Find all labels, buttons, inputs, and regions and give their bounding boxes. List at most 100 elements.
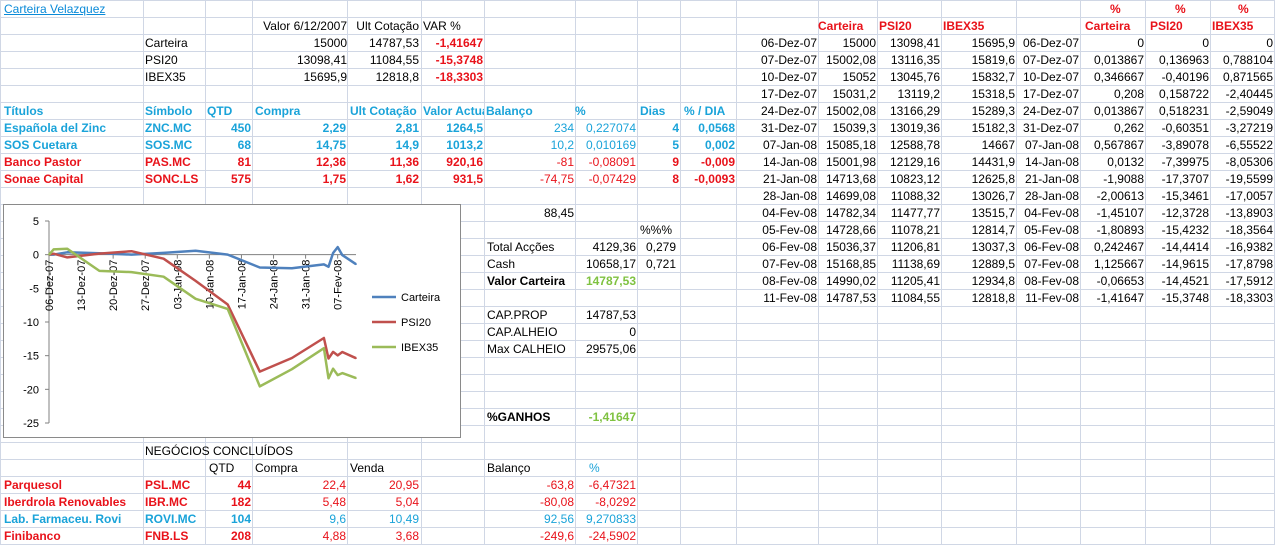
holding-symbol: ZNC.MC [145, 121, 192, 135]
history-carteira: 15031,2 [832, 87, 876, 101]
history-psi20: 13166,29 [889, 104, 940, 118]
history-psi20: 11205,41 [890, 274, 940, 288]
history-psi20: 11078,21 [890, 223, 940, 237]
cap-alheio-value: 0 [629, 325, 636, 339]
chart-point [332, 351, 334, 353]
holdings-header: Títulos [4, 104, 44, 118]
holding-qtd: 450 [230, 121, 251, 135]
history-psi20: 12588,78 [889, 138, 940, 152]
chart-point [336, 246, 339, 248]
history-pct-symbol: % [1110, 2, 1121, 16]
chart-point [323, 337, 325, 339]
chart-point [194, 250, 197, 252]
holding-name: Española del Zinc [4, 121, 107, 135]
history-pct-carteira: 0,0132 [1107, 155, 1144, 169]
history-carteira: 15000 [842, 36, 876, 50]
history-pct-ibex35: 0,788104 [1222, 53, 1273, 67]
history-pct-ibex35: 0 [1266, 36, 1273, 50]
history-date-2: 08-Fev-08 [1024, 274, 1079, 288]
holdings-header: % / DIA [684, 104, 726, 118]
closed-symbol: ROVI.MC [145, 512, 197, 526]
summary-var: -1,41647 [435, 36, 483, 50]
history-pct-ibex35: -13,8903 [1225, 206, 1273, 220]
holding-compra: 12,36 [315, 155, 346, 169]
history-ibex35: 12818,8 [971, 291, 1015, 305]
holding-compra: 2,29 [322, 121, 346, 135]
history-ibex35: 12625,8 [971, 172, 1015, 186]
chart-y-tick-label: -25 [23, 418, 39, 430]
history-date-2: 07-Jan-08 [1024, 138, 1079, 152]
performance-chart-svg: 5 0 -5 -10 -15 -20 -25 06-Dez-07 13-Dez-07 20-Dez… [23, 216, 441, 430]
history-carteira: 14990,02 [825, 274, 876, 288]
history-psi20: 10823,12 [889, 172, 940, 186]
chart-point [291, 357, 293, 359]
holdings-header: QTD [207, 104, 233, 118]
history-pct-ibex35: -2,40445 [1225, 87, 1273, 101]
history-ibex35: 15182,3 [971, 121, 1015, 135]
history-ibex35: 15695,9 [971, 36, 1015, 50]
history-carteira: 14782,34 [825, 206, 876, 220]
chart-point [194, 298, 197, 300]
history-pct-ibex35: -17,8798 [1225, 257, 1273, 271]
history-date-2: 05-Fev-08 [1024, 223, 1079, 237]
history-date-2: 10-Dez-07 [1022, 70, 1079, 84]
history-ibex35: 15289,3 [971, 104, 1015, 118]
total-balance-sum: 88,45 [543, 206, 574, 220]
history-date: 24-Dez-07 [760, 104, 817, 118]
holding-dias: 9 [672, 155, 679, 169]
history-pct-psi20: -12,3728 [1161, 206, 1209, 220]
history-pct-carteira: -1,80893 [1096, 223, 1144, 237]
chart-point [130, 250, 133, 252]
history-pct-psi20: -14,4521 [1161, 274, 1209, 288]
summary-var: -18,3303 [435, 70, 483, 84]
history-pct-psi20: 0,518231 [1158, 104, 1209, 118]
ganhos-value: -1,41647 [588, 410, 636, 424]
history-date: 14-Jan-08 [762, 155, 817, 169]
holding-pct-dia: 0,0568 [698, 121, 735, 135]
history-ibex35: 13515,7 [971, 206, 1015, 220]
holding-ult: 2,81 [395, 121, 419, 135]
closed-balanco: 92,56 [543, 512, 574, 526]
sheet-title-link[interactable]: Carteira Velazquez [4, 1, 144, 18]
holding-ult: 11,36 [389, 155, 419, 169]
chart-point [226, 303, 229, 306]
history-date-2: 06-Dez-07 [1022, 36, 1079, 50]
history-carteira: 15002,08 [825, 104, 876, 118]
holding-pct: 0,010169 [585, 138, 636, 152]
history-date-2: 04-Fev-08 [1024, 206, 1079, 220]
closed-balanco: -249,6 [539, 529, 574, 543]
chart-point [226, 308, 229, 310]
history-pct-psi20: -0,40196 [1161, 70, 1209, 84]
closed-name: Lab. Farmaceu. Rovi [4, 512, 122, 526]
holding-qtd: 68 [237, 138, 251, 152]
closed-pct: -24,5902 [588, 529, 636, 543]
holding-name: SOS Cuetara [4, 138, 78, 152]
summary-label: Carteira [145, 36, 188, 50]
history-ibex35: 14431,9 [971, 155, 1015, 169]
summary-ult: 11084,55 [369, 53, 419, 67]
valor-carteira-value: 14787,53 [585, 274, 636, 288]
chart-point [162, 275, 165, 278]
history-psi20: 11206,81 [890, 240, 940, 254]
history-pct-ibex35: -16,9382 [1225, 240, 1273, 254]
closed-qtd: 104 [230, 512, 251, 526]
history-date: 11-Fev-08 [763, 291, 817, 305]
closed-qtd: 44 [237, 478, 251, 492]
grid-row-line [0, 0, 1275, 1]
cap-alheio-label: CAP.ALHEIO [487, 325, 558, 339]
history-pct-symbol: % [1238, 2, 1249, 16]
history-date: 31-Dez-07 [760, 121, 817, 135]
history-ibex35: 12934,8 [971, 274, 1015, 288]
holdings-header: Balanço [486, 104, 533, 118]
chart-point [323, 347, 325, 349]
chart-point [332, 367, 334, 370]
ganhos-label: %GANHOS [487, 410, 551, 424]
chart-x-tick-label: 17-Jan-08 [236, 260, 248, 310]
closed-name: Finibanco [4, 529, 61, 543]
history-carteira: 14699,08 [825, 189, 876, 203]
history-psi20: 11138,69 [891, 257, 940, 271]
chart-y-tick-label: -20 [23, 384, 39, 396]
performance-chart[interactable]: 5 0 -5 -10 -15 -20 -25 06-Dez-07 13-Dez-07 20-Dez… [3, 204, 461, 438]
history-date: 28-Jan-08 [762, 189, 817, 203]
summary-valor: 15000 [313, 36, 347, 50]
